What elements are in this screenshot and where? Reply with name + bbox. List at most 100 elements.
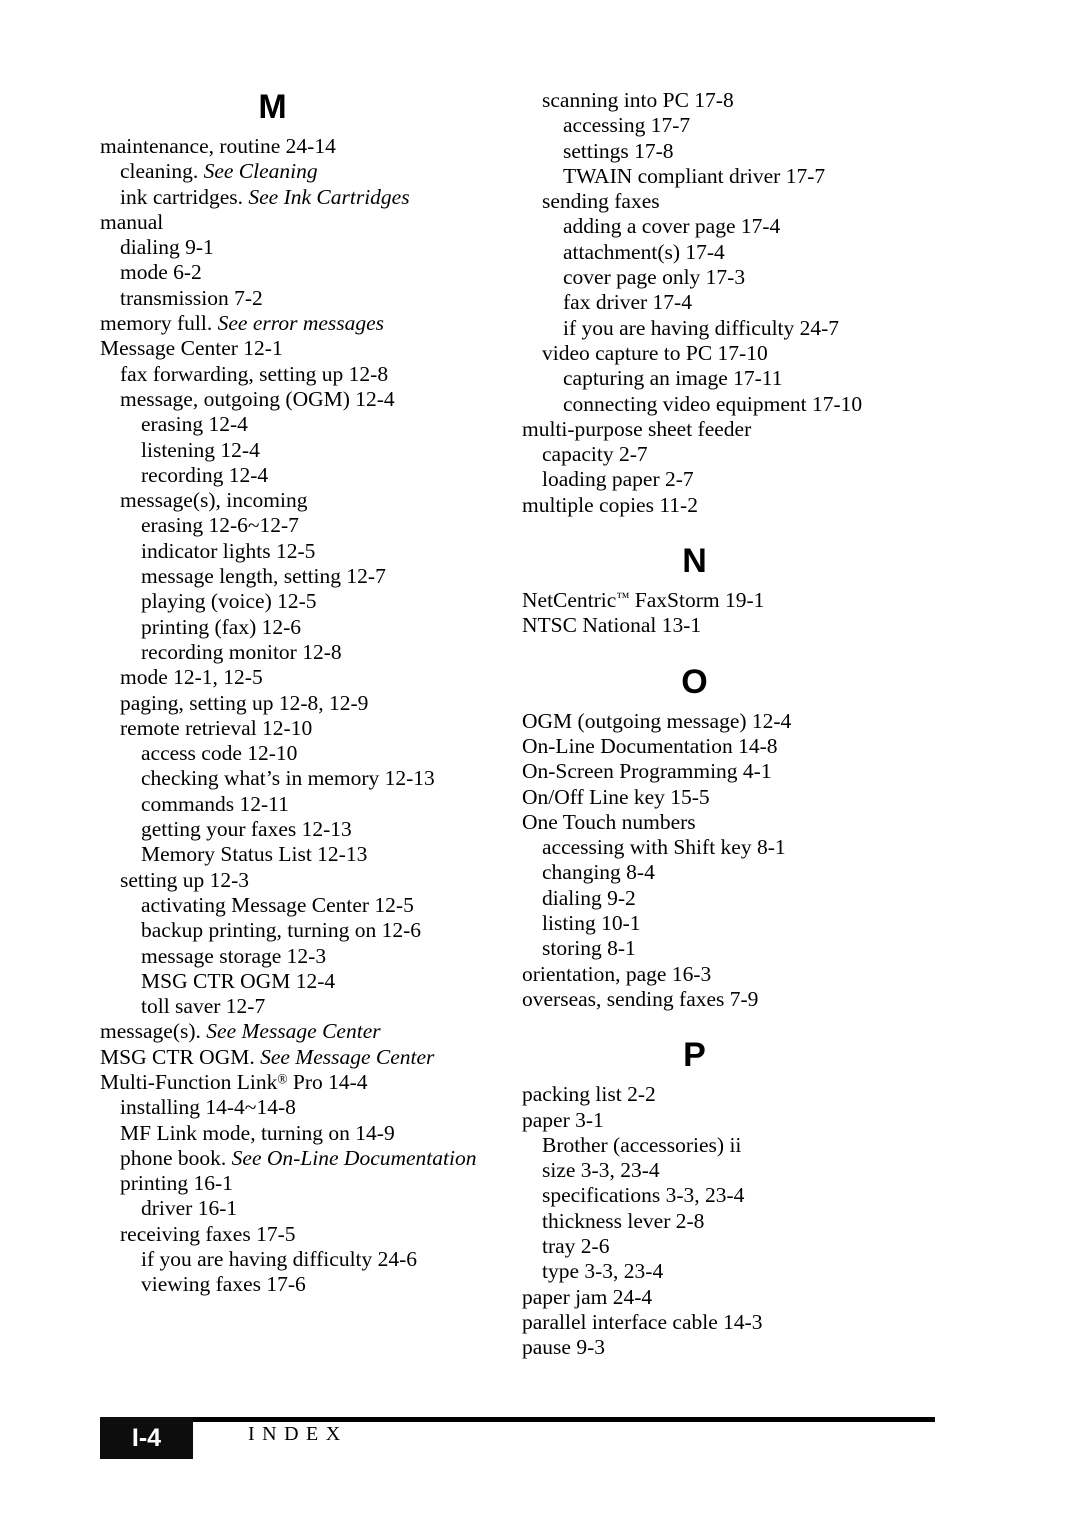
index-entry: if you are having difficulty 24-7 xyxy=(522,316,962,341)
index-entry: ink cartridges. See Ink Cartridges xyxy=(100,185,540,210)
index-entry: capturing an image 17-11 xyxy=(522,366,962,391)
index-entry-text: specifications 3-3, 23-4 xyxy=(542,1183,745,1208)
index-entry-text: accessing 17-7 xyxy=(563,113,691,138)
index-entry-text: dialing 9-1 xyxy=(120,235,214,260)
index-entry: accessing 17-7 xyxy=(522,113,962,138)
index-entry-text: phone book. xyxy=(120,1145,232,1170)
index-entry-text: adding a cover page 17-4 xyxy=(563,214,781,239)
footer-rule xyxy=(100,1417,935,1422)
index-entry-text: packing list 2-2 xyxy=(522,1082,656,1107)
index-entry-text: backup printing, turning on 12-6 xyxy=(141,918,422,943)
index-entry: specifications 3-3, 23-4 xyxy=(522,1183,962,1208)
index-entry-text: mode 6-2 xyxy=(120,260,202,285)
index-entry-text: size 3-3, 23-4 xyxy=(542,1158,660,1183)
index-entry-text: TWAIN compliant driver 17-7 xyxy=(563,163,826,188)
index-entry-text: overseas, sending faxes 7-9 xyxy=(522,986,759,1011)
index-entry-text: attachment(s) 17-4 xyxy=(563,239,725,264)
index-entry: toll saver 12-7 xyxy=(100,994,540,1019)
cross-reference: See Ink Cartridges xyxy=(248,184,410,209)
index-entry: loading paper 2-7 xyxy=(522,467,962,492)
index-entry: dialing 9-2 xyxy=(522,886,962,911)
index-entry: erasing 12-4 xyxy=(100,412,540,437)
index-entry: viewing faxes 17-6 xyxy=(100,1272,540,1297)
index-entry: mode 12-1, 12-5 xyxy=(100,665,540,690)
index-entry-text: getting your faxes 12-13 xyxy=(141,817,352,842)
index-entry-text: viewing faxes 17-6 xyxy=(141,1272,306,1297)
index-entry-text: video capture to PC 17-10 xyxy=(542,340,768,365)
index-entry: printing 16-1 xyxy=(100,1171,540,1196)
index-entry: erasing 12-6~12-7 xyxy=(100,513,540,538)
index-entry: orientation, page 16-3 xyxy=(522,962,962,987)
index-entry: message, outgoing (OGM) 12-4 xyxy=(100,387,540,412)
index-entry-text: ink cartridges. xyxy=(120,184,249,209)
index-entry: capacity 2-7 xyxy=(522,442,962,467)
index-entry: phone book. See On-Line Documentation xyxy=(100,1146,540,1171)
section-letter-heading: M xyxy=(258,88,287,126)
right-column: scanning into PC 17-8 accessing 17-7 setti… xyxy=(522,88,962,1360)
index-entry: mode 6-2 xyxy=(100,260,540,285)
index-entry-text: storing 8-1 xyxy=(542,936,636,961)
index-entry: settings 17-8 xyxy=(522,139,962,164)
trademark-symbol: ® xyxy=(277,1071,288,1087)
left-column: Mmaintenance, routine 24-14 cleaning. See… xyxy=(100,88,540,1298)
index-entry-text: commands 12-11 xyxy=(141,791,289,816)
index-entry: One Touch numbers xyxy=(522,810,962,835)
index-entry-text: recording monitor 12-8 xyxy=(141,639,342,664)
index-entry: access code 12-10 xyxy=(100,741,540,766)
index-entry: dialing 9-1 xyxy=(100,235,540,260)
index-entry: getting your faxes 12-13 xyxy=(100,817,540,842)
index-entry-text: playing (voice) 12-5 xyxy=(141,589,317,614)
index-entry-text: Message Center 12-1 xyxy=(100,336,283,361)
index-entry-text: MSG CTR OGM. xyxy=(100,1044,261,1069)
index-entry-text: indicator lights 12-5 xyxy=(141,538,316,563)
index-entry-text: orientation, page 16-3 xyxy=(522,961,712,986)
index-entry: Brother (accessories) ii xyxy=(522,1133,962,1158)
index-entry: message(s). See Message Center xyxy=(100,1019,540,1044)
index-entry-text: scanning into PC 17-8 xyxy=(542,88,734,112)
index-entry-text: capacity 2-7 xyxy=(542,442,648,467)
index-entry-text: MSG CTR OGM 12-4 xyxy=(141,968,336,993)
index-entry-text: Memory Status List 12-13 xyxy=(141,842,368,867)
index-entry: activating Message Center 12-5 xyxy=(100,893,540,918)
index-entry: adding a cover page 17-4 xyxy=(522,214,962,239)
index-entry-text: activating Message Center 12-5 xyxy=(141,892,414,917)
index-entry: maintenance, routine 24-14 xyxy=(100,134,540,159)
index-entry-list: maintenance, routine 24-14 cleaning. See … xyxy=(100,134,540,1298)
index-entry: playing (voice) 12-5 xyxy=(100,589,540,614)
index-entry-text: printing 16-1 xyxy=(120,1171,233,1196)
cross-reference: See Message Center xyxy=(206,1019,381,1044)
index-entry-text: connecting video equipment 17-10 xyxy=(563,391,863,416)
index-entry-text: access code 12-10 xyxy=(141,741,298,766)
index-entry: overseas, sending faxes 7-9 xyxy=(522,987,962,1012)
index-entry-text: checking what’s in memory 12-13 xyxy=(141,766,435,791)
section-letter-heading: P xyxy=(683,1036,706,1075)
index-entry: type 3-3, 23-4 xyxy=(522,1259,962,1284)
index-entry-text: multiple copies 11-2 xyxy=(522,492,698,517)
trademark-symbol: ™ xyxy=(616,589,630,605)
index-entry: commands 12-11 xyxy=(100,792,540,817)
index-entry: if you are having difficulty 24-6 xyxy=(100,1247,540,1272)
index-entry-text: Brother (accessories) ii xyxy=(542,1132,742,1157)
index-entry-text: maintenance, routine 24-14 xyxy=(100,134,336,158)
index-entry-text: OGM (outgoing message) 12-4 xyxy=(522,708,792,733)
cross-reference: See error messages xyxy=(217,311,385,336)
index-entry: tray 2-6 xyxy=(522,1234,962,1259)
index-entry-text: listing 10-1 xyxy=(542,911,641,936)
index-entry-text: erasing 12-6~12-7 xyxy=(141,513,299,538)
index-entry: video capture to PC 17-10 xyxy=(522,341,962,366)
index-entry-text: NTSC National 13-1 xyxy=(522,613,702,638)
index-entry-text: loading paper 2-7 xyxy=(542,467,694,492)
index-entry-text: On/Off Line key 15-5 xyxy=(522,784,710,809)
index-entry-text: erasing 12-4 xyxy=(141,412,248,437)
index-entry-text: receiving faxes 17-5 xyxy=(120,1221,296,1246)
index-entry: MSG CTR OGM. See Message Center xyxy=(100,1045,540,1070)
index-entry-text: message, outgoing (OGM) 12-4 xyxy=(120,386,395,411)
index-entry-text: changing 8-4 xyxy=(542,860,655,885)
index-entry-text: thickness lever 2-8 xyxy=(542,1208,705,1233)
index-entry-list: NetCentric™ FaxStorm 19-1 NTSC National 1… xyxy=(522,588,962,639)
index-entry: scanning into PC 17-8 xyxy=(522,88,962,113)
index-entry: message(s), incoming xyxy=(100,488,540,513)
index-columns: Mmaintenance, routine 24-14 cleaning. See… xyxy=(0,88,1080,1360)
index-entry-list: scanning into PC 17-8 accessing 17-7 setti… xyxy=(522,88,962,518)
index-entry: fax driver 17-4 xyxy=(522,290,962,315)
